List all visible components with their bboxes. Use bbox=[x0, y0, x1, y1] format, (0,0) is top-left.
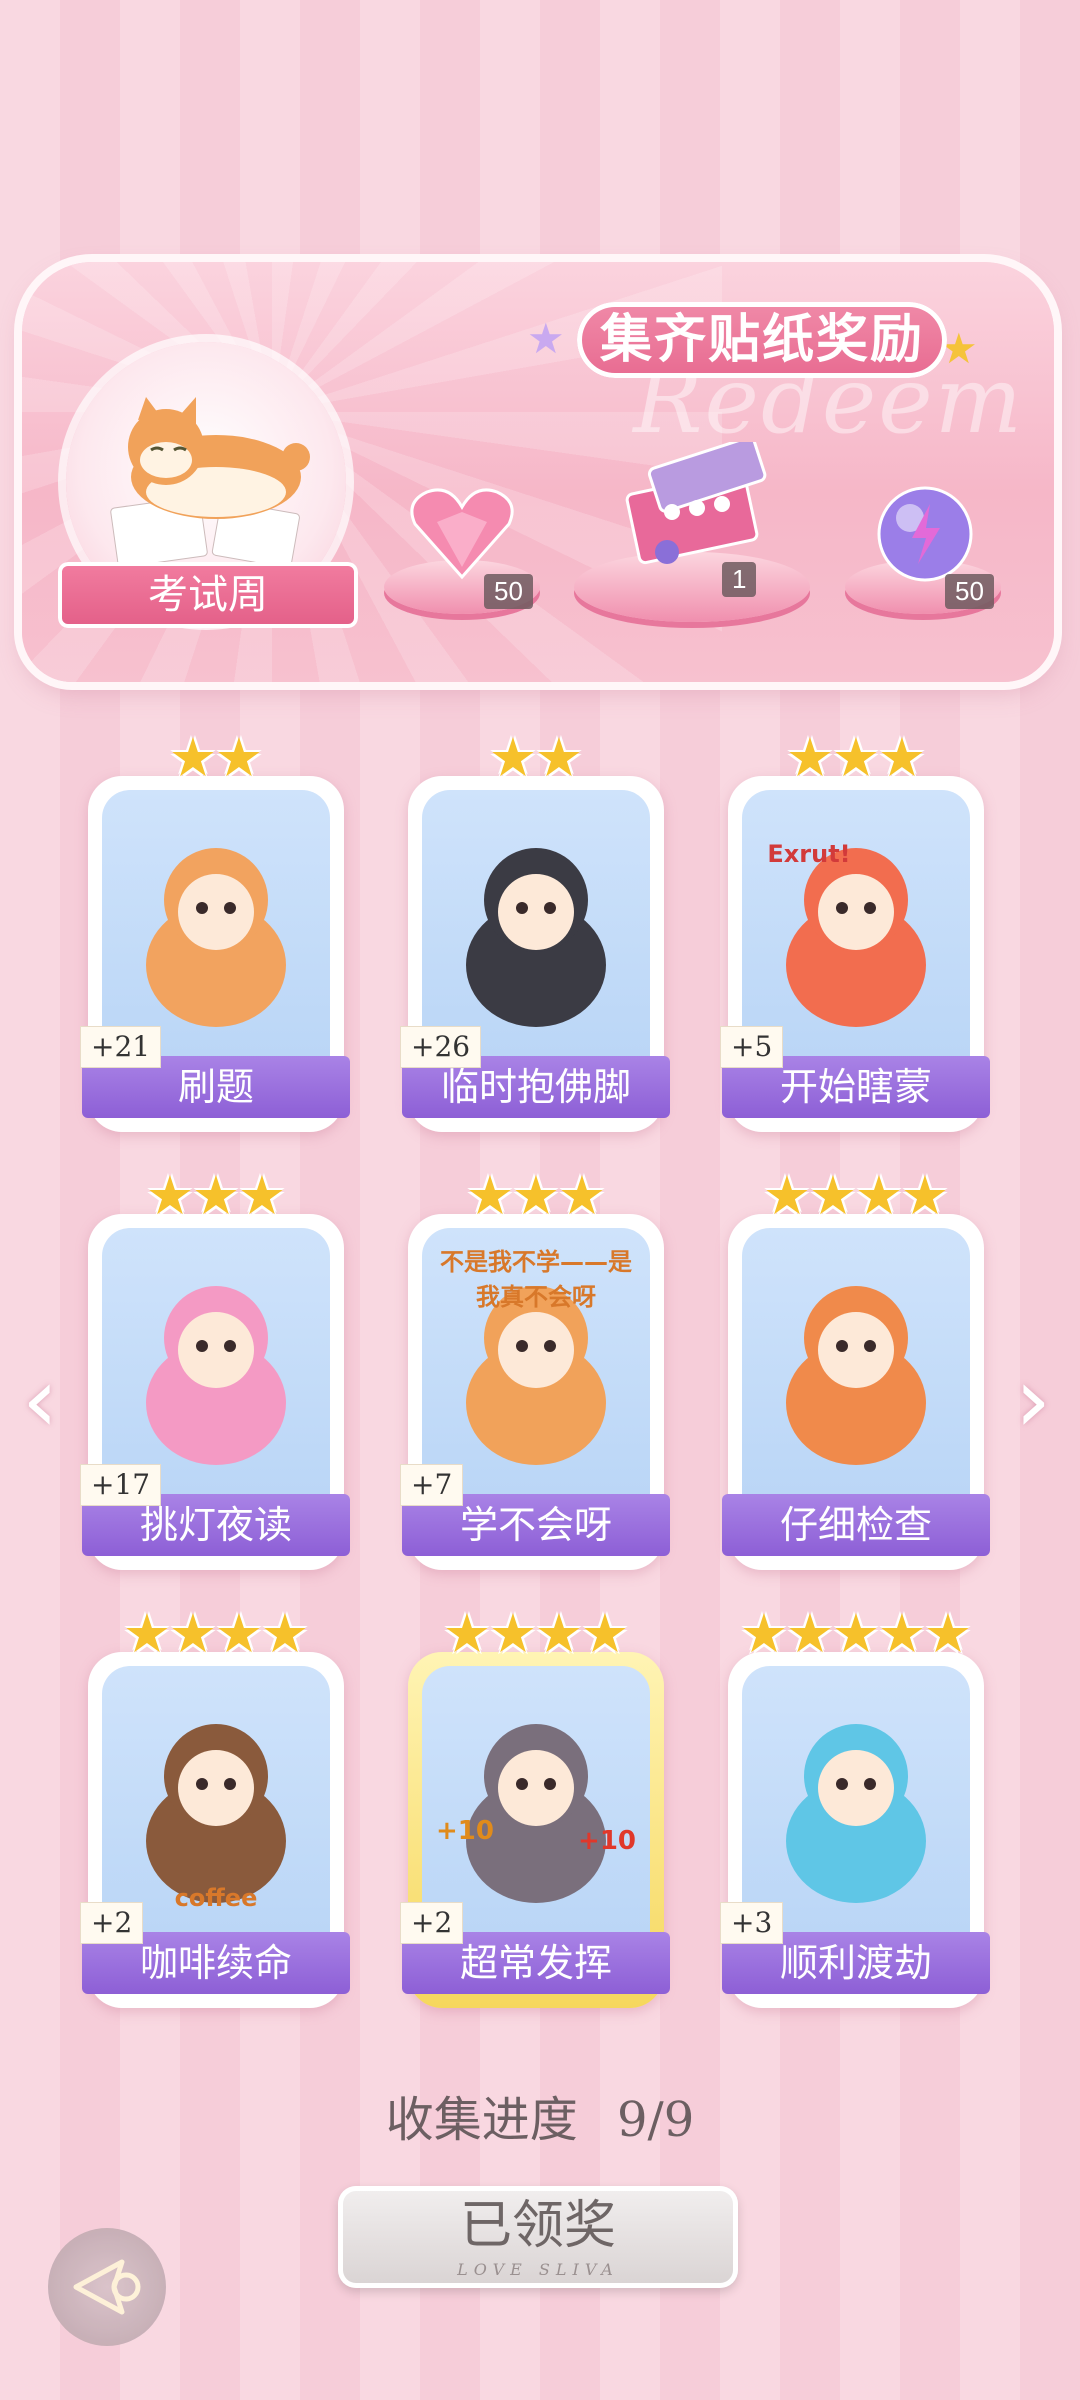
pink-heart-gem-icon bbox=[410, 488, 514, 580]
sticker-reward-banner: Redeem ★ ★ 集齐贴纸奖励 考试周 50 1 50 bbox=[22, 262, 1054, 682]
star-icon: ★ bbox=[214, 1602, 264, 1665]
sticker-card[interactable]: 不是我不学——是我真不会呀 ★★★ 学不会呀 +7 bbox=[400, 1169, 670, 1570]
star-icon: ★ bbox=[214, 726, 264, 789]
sticker-name: 仔细检查 bbox=[722, 1494, 990, 1556]
sticker-count-badge: +2 bbox=[400, 1902, 464, 1944]
star-decoration-icon: ★ bbox=[527, 314, 565, 363]
star-icon: ★ bbox=[145, 1164, 195, 1227]
star-icon: ★ bbox=[122, 1602, 172, 1665]
star-icon: ★ bbox=[534, 1602, 584, 1665]
sticker-card[interactable]: +10 +10 ★★★★ 超常发挥 +2 bbox=[400, 1607, 670, 2008]
progress-label: 收集进度 bbox=[385, 2092, 578, 2148]
sticker-count-badge: +21 bbox=[80, 1026, 162, 1068]
star-icon: ★ bbox=[511, 1164, 561, 1227]
star-icon: ★ bbox=[831, 726, 881, 789]
star-rating: ★★★ bbox=[728, 726, 984, 789]
star-icon: ★ bbox=[785, 726, 835, 789]
star-icon: ★ bbox=[488, 726, 538, 789]
star-rating: ★★ bbox=[88, 726, 344, 789]
sticker-count-badge: +7 bbox=[400, 1464, 464, 1506]
card-art-text: +10 bbox=[578, 1826, 636, 1856]
star-icon: ★ bbox=[488, 1602, 538, 1665]
star-icon: ★ bbox=[877, 726, 927, 789]
star-icon: ★ bbox=[534, 726, 584, 789]
star-icon: ★ bbox=[168, 726, 218, 789]
banner-title: 集齐贴纸奖励 bbox=[577, 302, 947, 378]
star-icon: ★ bbox=[739, 1602, 789, 1665]
back-button[interactable] bbox=[48, 2228, 166, 2346]
progress-value: 9/9 bbox=[617, 2092, 695, 2148]
sticker-card[interactable]: ★★★★ 仔细检查 bbox=[722, 1169, 990, 1570]
reward-count: 50 bbox=[945, 574, 994, 609]
star-icon: ★ bbox=[465, 1164, 515, 1227]
star-icon: ★ bbox=[854, 1164, 904, 1227]
claimed-reward-button[interactable]: 已领奖 LOVE SLIVA bbox=[338, 2186, 738, 2288]
reward-count: 50 bbox=[484, 574, 533, 609]
sticker-set-name: 考试周 bbox=[58, 562, 358, 628]
sticker-card[interactable]: Exrut! ★★★ 开始瞎蒙 +5 bbox=[720, 731, 990, 1132]
sticker-count-badge: +26 bbox=[400, 1026, 482, 1068]
sticker-count-badge: +17 bbox=[80, 1464, 162, 1506]
back-arrow-icon bbox=[73, 2259, 141, 2315]
claim-button-subtext: LOVE SLIVA bbox=[457, 2260, 619, 2279]
collection-progress: 收集进度 9/9 bbox=[0, 2080, 1080, 2150]
star-icon: ★ bbox=[877, 1602, 927, 1665]
sticker-card[interactable]: ★★★ 挑灯夜读 +17 bbox=[80, 1169, 350, 1570]
claim-button-label: 已领奖 bbox=[459, 2196, 616, 2256]
prev-page-arrow-icon[interactable]: ‹ bbox=[22, 1348, 58, 1453]
sticker-count-badge: +3 bbox=[720, 1902, 784, 1944]
girl-magnifier-icon bbox=[742, 1228, 970, 1518]
star-icon: ★ bbox=[557, 1164, 607, 1227]
sticker-count-badge: +2 bbox=[80, 1902, 144, 1944]
card-art-text: Exrut! bbox=[767, 840, 851, 868]
card-art-text: +10 bbox=[436, 1816, 494, 1846]
sticker-card[interactable]: coffee ★★★★ 咖啡续命 +2 bbox=[80, 1607, 350, 2008]
star-icon: ★ bbox=[808, 1164, 858, 1227]
sticker-card[interactable]: ★★★★★ 顺利渡劫 +3 bbox=[720, 1607, 990, 2008]
sticker-card[interactable]: ★★ 临时抱佛脚 +26 bbox=[400, 731, 670, 1132]
star-rating: ★★★★★ bbox=[728, 1602, 984, 1665]
star-icon: ★ bbox=[260, 1602, 310, 1665]
purple-energy-orb-icon bbox=[877, 486, 973, 582]
star-icon: ★ bbox=[831, 1602, 881, 1665]
star-rating: ★★★★ bbox=[88, 1602, 344, 1665]
star-rating: ★★★★ bbox=[728, 1164, 984, 1227]
star-rating: ★★★★ bbox=[408, 1602, 664, 1665]
star-icon: ★ bbox=[785, 1602, 835, 1665]
star-icon: ★ bbox=[237, 1164, 287, 1227]
star-icon: ★ bbox=[442, 1602, 492, 1665]
card-art-text: 不是我不学——是我真不会呀 bbox=[440, 1248, 632, 1311]
star-icon: ★ bbox=[762, 1164, 812, 1227]
star-icon: ★ bbox=[580, 1602, 630, 1665]
star-icon: ★ bbox=[168, 1602, 218, 1665]
sticker-card[interactable]: ★★ 刷题 +21 bbox=[80, 731, 350, 1132]
reward-count: 1 bbox=[722, 562, 757, 597]
star-icon: ★ bbox=[900, 1164, 950, 1227]
star-rating: ★★ bbox=[408, 726, 664, 789]
star-rating: ★★★ bbox=[88, 1164, 344, 1227]
sticker-count-badge: +5 bbox=[720, 1026, 784, 1068]
star-rating: ★★★ bbox=[408, 1164, 664, 1227]
next-page-arrow-icon[interactable]: › bbox=[1015, 1348, 1051, 1453]
star-icon: ★ bbox=[191, 1164, 241, 1227]
gift-box-icon bbox=[625, 442, 767, 565]
star-icon: ★ bbox=[923, 1602, 973, 1665]
